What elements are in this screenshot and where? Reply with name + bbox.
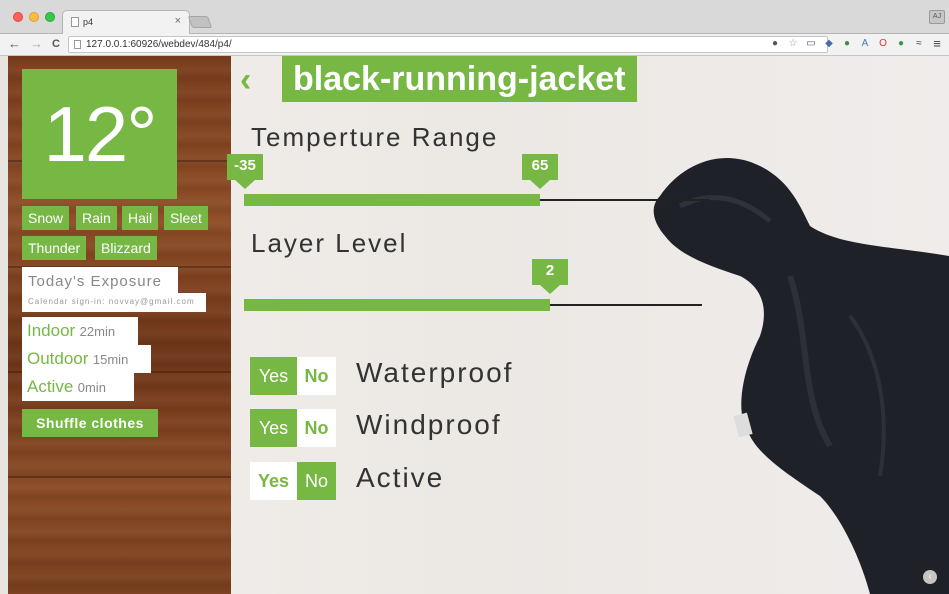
layer-level-bar[interactable] [244, 299, 550, 311]
maximize-window-button[interactable] [45, 12, 55, 22]
shuffle-clothes-button[interactable]: Shuffle clothes [22, 409, 158, 437]
extension-translate-icon[interactable]: A [859, 37, 871, 49]
forward-arrow-icon[interactable]: → [30, 36, 43, 51]
layer-level-label: Layer Level [251, 228, 408, 258]
bookmark-star-icon[interactable]: ☆ [787, 37, 799, 49]
windproof-yes[interactable]: Yes [250, 409, 297, 447]
minimize-window-button[interactable] [29, 12, 39, 22]
condition-thunder[interactable]: Thunder [22, 236, 87, 260]
page-icon [74, 40, 81, 49]
menu-icon[interactable]: ≡ [931, 36, 943, 51]
condition-snow[interactable]: Snow [22, 206, 70, 230]
extension-d-icon[interactable]: ● [895, 37, 907, 49]
jacket-body [653, 157, 949, 594]
exposure-label: Outdoor [27, 349, 89, 368]
back-arrow-icon[interactable]: ← [8, 36, 21, 51]
page-icon [71, 17, 79, 27]
active-no[interactable]: No [297, 462, 336, 500]
extension-leaf-icon[interactable]: ● [841, 37, 853, 49]
extension-wave-icon[interactable]: ≈ [913, 37, 925, 49]
condition-rain[interactable]: Rain [76, 206, 117, 230]
waterproof-no[interactable]: No [297, 357, 336, 395]
layer-level-track[interactable] [550, 304, 702, 306]
calendar-signin[interactable]: Calendar sign-in: novvay@gmail.com [22, 293, 206, 312]
windproof-toggle[interactable]: Yes No [250, 409, 336, 447]
exposure-header: Today's Exposure [22, 267, 178, 295]
extension-screen-icon[interactable]: ▭ [805, 37, 817, 49]
extension-tag-icon[interactable]: ◆ [823, 37, 835, 49]
close-window-button[interactable] [13, 12, 23, 22]
exposure-value: 15min [92, 352, 129, 367]
waterproof-yes[interactable]: Yes [250, 357, 297, 395]
reload-icon[interactable]: C [52, 38, 60, 50]
back-chevron-icon[interactable]: ‹ [240, 63, 270, 97]
condition-blizzard[interactable]: Blizzard [95, 236, 157, 260]
windproof-no[interactable]: No [297, 409, 336, 447]
page-left-gap [0, 56, 8, 594]
address-bar[interactable]: 127.0.0.1:60926/webdev/484/p4/ [68, 36, 828, 53]
exposure-label: Indoor [27, 321, 76, 340]
temp-range-label: Temperture Range [251, 122, 499, 152]
page-content: 12° Snow Rain Hail Sleet Thunder Blizzar… [0, 56, 949, 594]
active-label: Active [356, 462, 445, 493]
extension-o-icon[interactable]: O [877, 37, 889, 49]
url-text: 127.0.0.1:60926/webdev/484/p4/ [86, 39, 232, 50]
exposure-row-outdoor: Outdoor 15min [22, 345, 151, 373]
jacket-image [653, 157, 949, 594]
temp-max-marker[interactable]: 65 [522, 154, 558, 189]
layer-level-marker[interactable]: 2 [532, 259, 568, 294]
condition-sleet[interactable]: Sleet [164, 206, 208, 230]
temp-range-track[interactable] [540, 199, 710, 201]
corner-nav-icon[interactable]: ‹ [923, 570, 937, 584]
exposure-row-active: Active 0min [22, 373, 134, 401]
waterproof-label: Waterproof [356, 357, 514, 388]
calendar-signin-text: Calendar sign-in: novvay@gmail.com [28, 297, 195, 306]
exposure-row-indoor: Indoor 22min [22, 317, 138, 345]
condition-hail[interactable]: Hail [122, 206, 159, 230]
new-tab-button[interactable] [187, 16, 213, 28]
temperature-display: 12° [22, 69, 177, 199]
extension-icons: ● ☆ ▭ ◆ ● A O ● ≈ ≡ [769, 36, 943, 51]
browser-toolbar: ← → C 127.0.0.1:60926/webdev/484/p4/ ● ☆… [0, 34, 949, 56]
exposure-label: Active [27, 377, 74, 396]
temp-range-bar[interactable] [244, 194, 540, 206]
temp-min-marker[interactable]: -35 [227, 154, 263, 189]
tab-title: p4 [83, 17, 94, 27]
tab-close-icon[interactable]: × [175, 15, 181, 27]
exposure-value: 0min [77, 380, 106, 395]
browser-tab-bar: p4 × AJ [0, 0, 949, 34]
waterproof-toggle[interactable]: Yes No [250, 357, 336, 395]
user-profile-badge[interactable]: AJ [929, 10, 945, 24]
active-toggle[interactable]: Yes No [250, 462, 336, 500]
wood-board-seam [8, 476, 231, 478]
browser-tab[interactable]: p4 × [62, 10, 190, 34]
item-title: black-running-jacket [282, 56, 637, 102]
extension-head-icon[interactable]: ● [769, 37, 781, 49]
exposure-title: Today's Exposure [28, 273, 162, 290]
windproof-label: Windproof [356, 409, 502, 440]
exposure-value: 22min [79, 324, 116, 339]
active-yes[interactable]: Yes [250, 462, 297, 500]
